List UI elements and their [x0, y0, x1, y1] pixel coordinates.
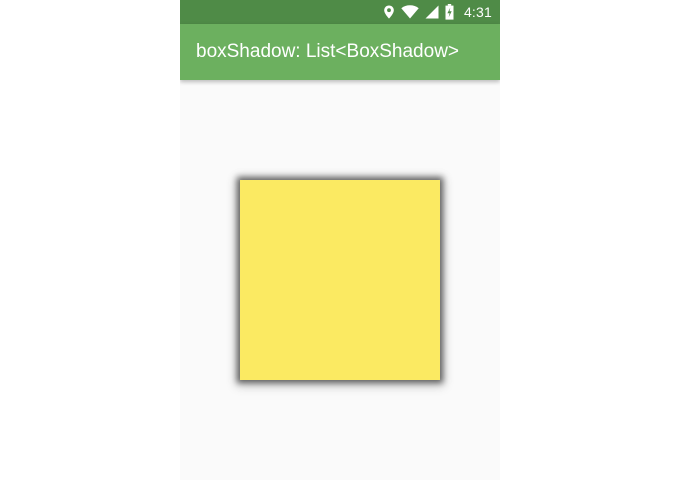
signal-icon	[425, 5, 439, 19]
content-area	[180, 80, 500, 480]
status-icons: 4:31	[383, 0, 492, 24]
screenshot-stage: 4:31 boxShadow: List<BoxShadow>	[0, 0, 680, 480]
app-bar-title: boxShadow: List<BoxShadow>	[196, 41, 460, 62]
battery-charging-icon	[445, 4, 454, 20]
location-icon	[383, 5, 395, 19]
yellow-shadow-box	[240, 180, 440, 380]
app-bar: boxShadow: List<BoxShadow>	[180, 24, 500, 80]
wifi-icon	[401, 5, 419, 19]
status-bar: 4:31	[180, 0, 500, 24]
phone-screen: 4:31 boxShadow: List<BoxShadow>	[180, 0, 500, 480]
status-clock: 4:31	[463, 4, 492, 20]
